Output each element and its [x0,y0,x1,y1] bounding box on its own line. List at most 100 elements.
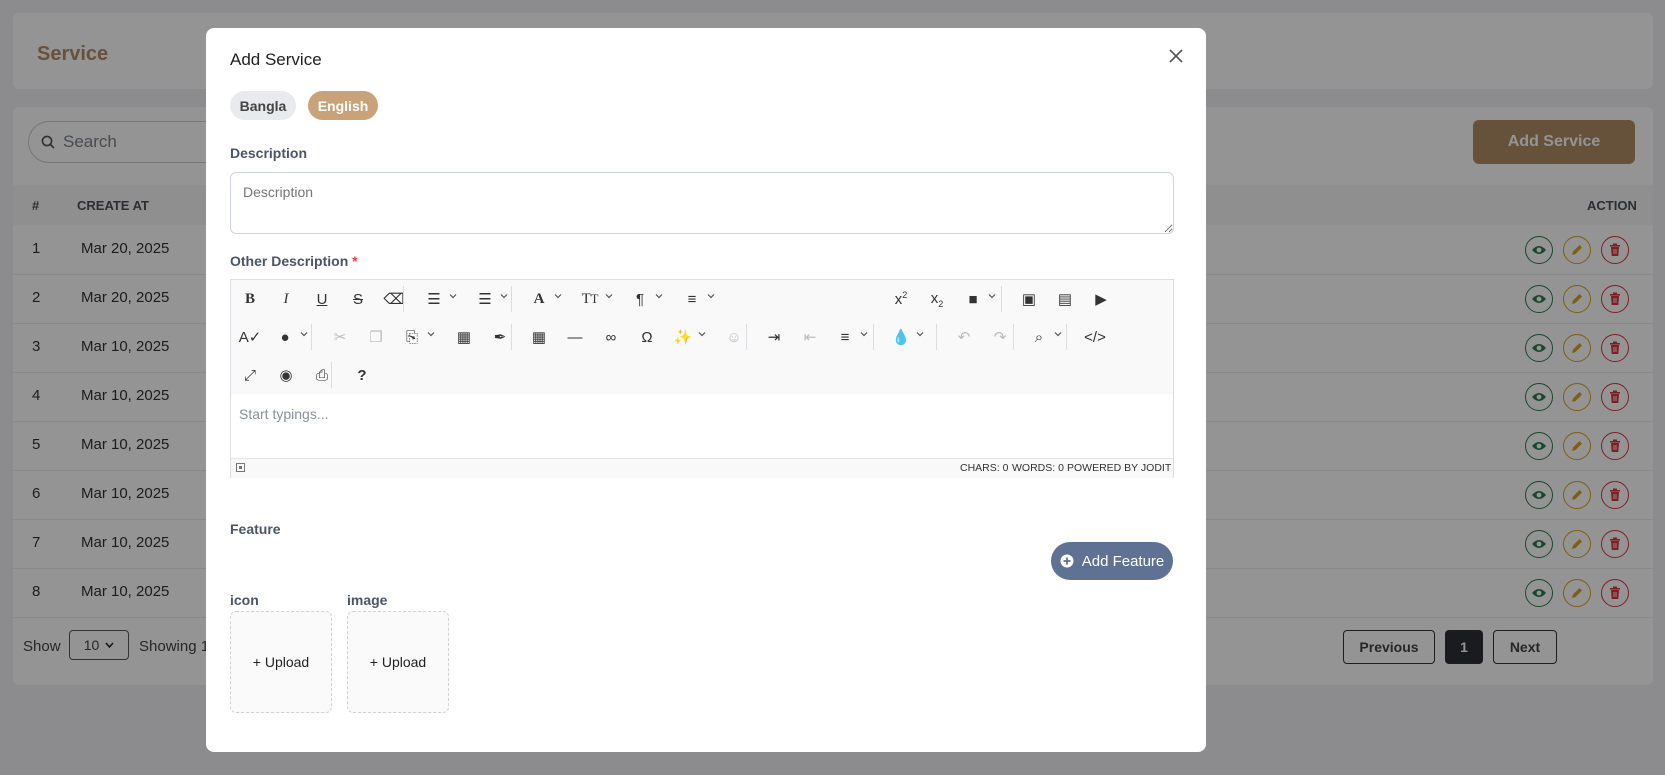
copy-button[interactable]: ❐ [365,324,387,350]
horizontal-rule-button[interactable]: — [564,324,586,350]
symbol-button[interactable]: Ω [636,324,658,350]
outdent-button[interactable]: ⇤ [799,324,821,350]
spellcheck-button[interactable]: A✓ [238,324,262,350]
chevron-down-icon[interactable] [427,330,435,338]
indent-icon: ⇥ [767,329,781,346]
superscript-button[interactable]: x2 [890,286,912,312]
eraser-button[interactable]: ⌫ [383,286,405,312]
chevron-down-icon[interactable] [554,292,562,300]
source-icon: </> [1084,328,1106,346]
eraser-icon: ⌫ [383,291,405,308]
redo-button[interactable]: ↷ [989,324,1011,350]
chevron-down-icon[interactable] [655,292,663,300]
brush-button[interactable]: 💧 [890,324,912,350]
align-button[interactable]: ≡ [834,324,856,350]
line-height-icon: ≡ [687,290,697,308]
chevron-down-icon[interactable] [500,292,508,300]
font-size-button[interactable]: TT [579,286,601,312]
video-button[interactable]: ▶ [1090,286,1112,312]
font-button[interactable]: A [528,286,550,312]
undo-button[interactable]: ↶ [953,324,975,350]
ai-assistant-button[interactable]: ☺ [723,324,745,350]
help-button[interactable]: ? [351,362,373,388]
modal-title: Add Service [230,50,322,69]
line-height-button[interactable]: ≡ [681,286,703,312]
icon-label: icon [230,592,259,608]
link-button[interactable]: ∞ [600,324,622,350]
toolbar-separator [511,324,512,350]
editor-toolbar-row-3: ⤢ ◉ ⎙? [231,356,1173,395]
ai-commands-button[interactable]: ✨ [672,324,694,350]
bulleted-list-button[interactable]: ☰ [423,286,445,312]
chevron-down-icon[interactable] [449,292,457,300]
chevron-down-icon[interactable] [707,292,715,300]
chevron-down-icon[interactable] [988,292,996,300]
brush-icon: 💧 [891,329,911,346]
rich-text-editor: B I U S ⌫ ☰ ☰ A TT ¶ ≡ x2 x2 ■ ▣ ▤ ▶ A✓ ● ✂ ❐ ⎘ ▦ ✒ ▦ — ∞ Ω ✨ ☺ ⇥ ⇤ ≡ 💧 ↶… [230,279,1174,478]
symbol-icon: Ω [641,328,653,346]
image-upload-button[interactable]: + Upload [347,611,449,713]
editor-toolbar-row-2: A✓ ● ✂ ❐ ⎘ ▦ ✒ ▦ — ∞ Ω ✨ ☺ ⇥ ⇤ ≡ 💧 ↶ ↷ ⌕ </> [231,318,1173,357]
find-icon: ⌕ [1034,328,1044,346]
find-button[interactable]: ⌕ [1028,324,1050,350]
redo-icon: ↷ [993,329,1007,346]
chevron-down-icon[interactable] [860,330,868,338]
microphone-icon: ● [280,328,290,346]
preview-icon: ◉ [279,367,293,384]
print-icon: ⎙ [315,366,328,384]
powered-by-link[interactable]: POWERED BY JODIT [1067,462,1171,474]
tab-english[interactable]: English [308,91,378,120]
plus-circle-icon [1060,554,1074,568]
icon-upload-button[interactable]: + Upload [230,611,332,713]
editor-content[interactable]: Start typings... [231,394,1173,458]
underline-icon: U [316,290,328,308]
preview-button[interactable]: ◉ [275,362,297,388]
paste-button[interactable]: ⎘ [401,324,423,350]
chevron-down-icon[interactable] [1054,330,1062,338]
resize-icon[interactable] [236,463,245,472]
undo-icon: ↶ [957,329,971,346]
print-button[interactable]: ⎙ [311,362,333,388]
spellcheck-icon: A✓ [238,329,262,346]
subscript-button[interactable]: x2 [926,286,948,312]
select-all-button[interactable]: ▦ [453,324,475,350]
copy-icon: ❐ [369,329,383,346]
ai-commands-icon: ✨ [673,329,693,346]
numbered-list-button[interactable]: ☰ [474,286,496,312]
fullsize-button[interactable]: ⤢ [239,362,261,388]
paragraph-button[interactable]: ¶ [629,286,651,312]
required-mark: * [352,253,358,269]
editor-status-bar: CHARS: 0 WORDS: 0 POWERED BY JODIT [231,458,1173,478]
indent-button[interactable]: ⇥ [763,324,785,350]
underline-button[interactable]: U [311,286,333,312]
font-icon: A [533,291,545,307]
toolbar-separator [331,362,332,388]
microphone-button[interactable]: ● [274,324,296,350]
video-icon: ▶ [1095,291,1107,308]
words-count: WORDS: 0 [1012,462,1064,474]
chevron-down-icon[interactable] [605,292,613,300]
classes-button[interactable]: ■ [962,286,984,312]
image-button[interactable]: ▣ [1018,286,1040,312]
copy-format-button[interactable]: ✒ [489,324,511,350]
add-service-modal: Add Service Bangla English Description O… [206,28,1206,752]
toolbar-separator [746,324,747,350]
outdent-icon: ⇤ [803,329,817,346]
paragraph-icon: ¶ [635,290,645,308]
add-feature-button[interactable]: Add Feature [1051,542,1173,580]
chevron-down-icon[interactable] [698,330,706,338]
close-icon[interactable] [1166,46,1186,66]
chevron-down-icon[interactable] [916,330,924,338]
cut-button[interactable]: ✂ [329,324,351,350]
tab-bangla[interactable]: Bangla [230,91,296,120]
bold-button[interactable]: B [239,286,261,312]
table-button[interactable]: ▦ [528,324,550,350]
description-field[interactable] [230,172,1174,234]
file-button[interactable]: ▤ [1054,286,1076,312]
toolbar-separator [311,324,312,350]
strikethrough-button[interactable]: S [347,286,369,312]
source-button[interactable]: </> [1084,324,1106,350]
italic-button[interactable]: I [275,286,297,312]
fullsize-icon: ⤢ [243,366,256,384]
chevron-down-icon[interactable] [300,330,308,338]
